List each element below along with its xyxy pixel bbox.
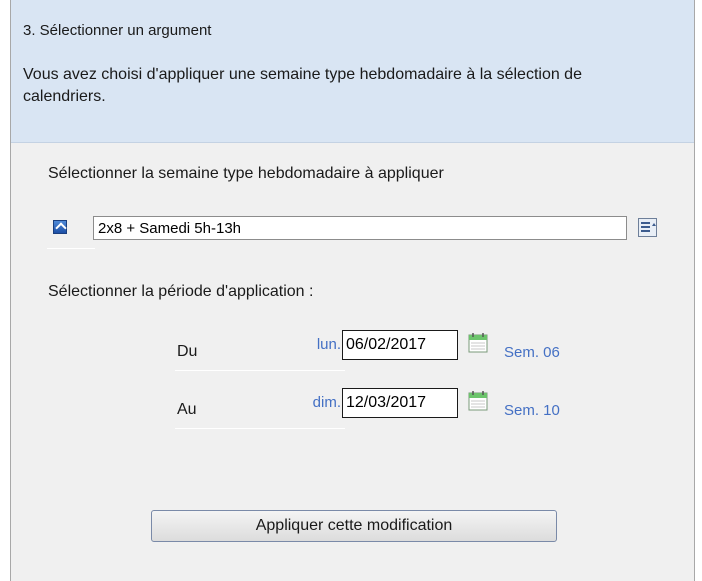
to-week-number: Sem. 10	[504, 402, 560, 419]
from-week-number: Sem. 06	[504, 344, 560, 361]
from-label: Du	[177, 343, 198, 360]
week-type-field[interactable]	[93, 216, 627, 240]
apply-modification-button[interactable]: Appliquer cette modification	[151, 510, 557, 542]
divider	[47, 248, 95, 249]
to-day-name: dim.	[312, 394, 341, 411]
list-picker-icon[interactable]	[638, 218, 657, 237]
to-date-field[interactable]	[342, 388, 458, 418]
step-header: 3. Sélectionner un argument Vous avez ch…	[11, 0, 694, 143]
calendar-icon[interactable]	[467, 390, 489, 412]
week-type-label: Sélectionner la semaine type hebdomadair…	[48, 165, 444, 182]
from-date-field[interactable]	[342, 330, 458, 360]
from-day-name: lun.	[316, 336, 341, 353]
to-label: Au	[177, 401, 197, 418]
divider	[175, 370, 345, 371]
step-description: Vous avez choisi d'appliquer une semaine…	[23, 66, 582, 105]
shortcut-arrow-icon[interactable]	[53, 220, 67, 234]
modification-panel: 3. Sélectionner un argument Vous avez ch…	[10, 0, 695, 581]
period-label: Sélectionner la période d'application :	[48, 283, 314, 300]
divider	[175, 428, 345, 429]
step-title: 3. Sélectionner un argument	[23, 22, 212, 39]
calendar-icon[interactable]	[467, 332, 489, 354]
